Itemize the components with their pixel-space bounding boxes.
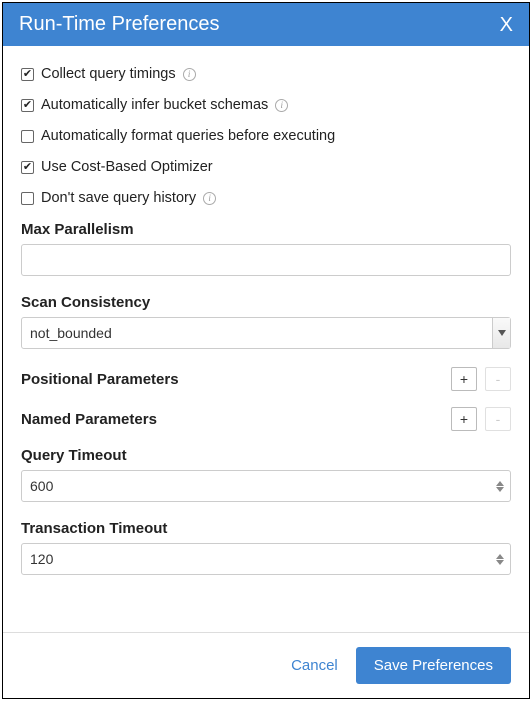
dialog-header: Run-Time Preferences X <box>3 3 529 46</box>
dialog-footer: Cancel Save Preferences <box>3 632 529 698</box>
transaction-timeout-input[interactable]: 120 <box>21 543 511 575</box>
named-parameters-row: Named Parameters + - <box>21 407 511 431</box>
field-transaction-timeout: Transaction Timeout 120 <box>21 520 511 575</box>
scan-consistency-value: not_bounded <box>22 318 492 348</box>
field-scan-consistency: Scan Consistency not_bounded <box>21 294 511 349</box>
checkbox-cbo[interactable] <box>21 161 34 174</box>
checkbox-label: Use Cost-Based Optimizer <box>41 159 213 175</box>
add-positional-param-button[interactable]: + <box>451 367 477 391</box>
named-parameters-label: Named Parameters <box>21 411 157 428</box>
remove-named-param-button[interactable]: - <box>485 407 511 431</box>
checkbox-collect-timings[interactable] <box>21 68 34 81</box>
query-timeout-value: 600 <box>22 471 494 501</box>
query-timeout-input[interactable]: 600 <box>21 470 511 502</box>
field-query-timeout: Query Timeout 600 <box>21 447 511 502</box>
checkbox-row-infer-schemas: Automatically infer bucket schemas <box>21 97 511 113</box>
transaction-timeout-label: Transaction Timeout <box>21 520 511 537</box>
checkbox-row-collect-timings: Collect query timings <box>21 66 511 82</box>
scan-consistency-select[interactable]: not_bounded <box>21 317 511 349</box>
field-max-parallelism: Max Parallelism <box>21 221 511 276</box>
checkbox-row-auto-format: Automatically format queries before exec… <box>21 128 511 144</box>
checkbox-row-cbo: Use Cost-Based Optimizer <box>21 159 511 175</box>
info-icon[interactable] <box>183 68 196 81</box>
save-button[interactable]: Save Preferences <box>356 647 511 684</box>
checkbox-no-history[interactable] <box>21 192 34 205</box>
query-timeout-label: Query Timeout <box>21 447 511 464</box>
max-parallelism-label: Max Parallelism <box>21 221 511 238</box>
named-parameters-buttons: + - <box>451 407 511 431</box>
cancel-button[interactable]: Cancel <box>291 657 338 674</box>
dialog-title: Run-Time Preferences <box>19 13 219 36</box>
max-parallelism-input[interactable] <box>21 244 511 276</box>
checkbox-label: Automatically format queries before exec… <box>41 128 335 144</box>
close-icon[interactable]: X <box>500 15 513 35</box>
positional-parameters-buttons: + - <box>451 367 511 391</box>
transaction-timeout-value: 120 <box>22 544 494 574</box>
checkbox-row-no-history: Don't save query history <box>21 190 511 206</box>
dialog-body: Collect query timings Automatically infe… <box>3 46 529 632</box>
checkbox-auto-format[interactable] <box>21 130 34 143</box>
spinner-arrows-icon[interactable] <box>494 471 510 501</box>
positional-parameters-row: Positional Parameters + - <box>21 367 511 391</box>
positional-parameters-label: Positional Parameters <box>21 371 179 388</box>
checkbox-label: Automatically infer bucket schemas <box>41 97 268 113</box>
checkbox-label: Collect query timings <box>41 66 176 82</box>
info-icon[interactable] <box>275 99 288 112</box>
info-icon[interactable] <box>203 192 216 205</box>
checkbox-infer-schemas[interactable] <box>21 99 34 112</box>
add-named-param-button[interactable]: + <box>451 407 477 431</box>
spinner-arrows-icon[interactable] <box>494 544 510 574</box>
scan-consistency-label: Scan Consistency <box>21 294 511 311</box>
checkbox-label: Don't save query history <box>41 190 196 206</box>
chevron-down-icon[interactable] <box>492 318 510 348</box>
remove-positional-param-button[interactable]: - <box>485 367 511 391</box>
preferences-dialog: Run-Time Preferences X Collect query tim… <box>2 2 530 699</box>
